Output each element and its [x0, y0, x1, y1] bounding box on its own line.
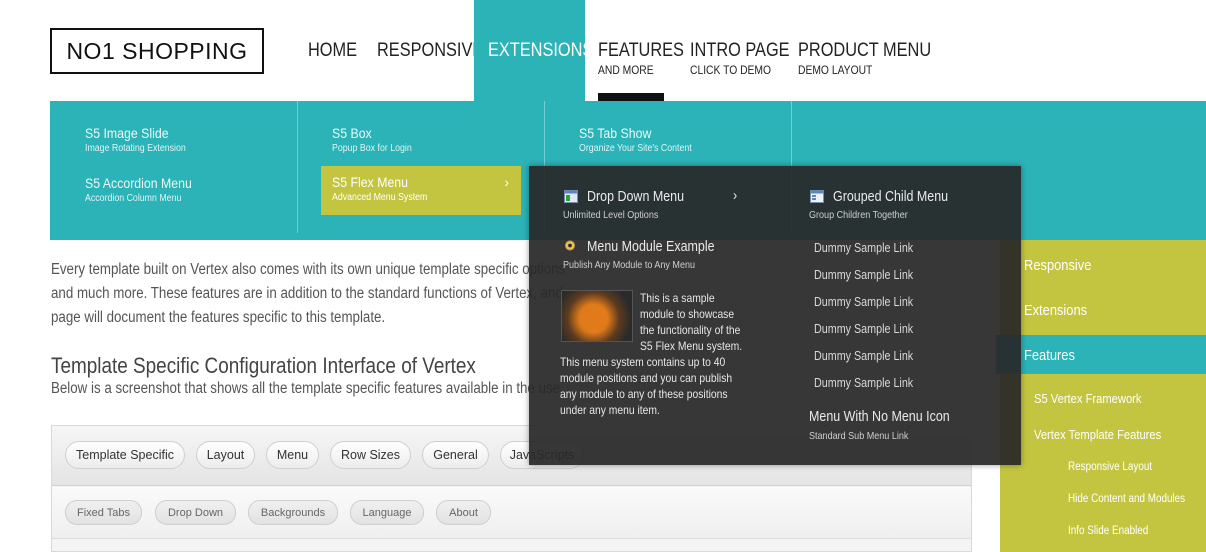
nav-features[interactable]: FEATURES AND MORE: [598, 0, 698, 101]
flyout-grouped-sub: Group Children Together: [809, 209, 908, 221]
flyout-module-text-full: This menu system contains up to 40 modul…: [560, 354, 732, 418]
menu-item-s5-box[interactable]: S5 Box Popup Box for Login: [332, 125, 423, 154]
sidebar-item-features[interactable]: Features: [1024, 347, 1075, 364]
nav-intro-page[interactable]: INTRO PAGE CLICK TO DEMO: [690, 0, 806, 101]
flyout-module-sub: Publish Any Module to Any Menu: [563, 259, 696, 271]
module-text-line: module positions and you can publish: [560, 371, 733, 385]
sidebar-subitem-info-slide[interactable]: Info Slide Enabled: [1068, 525, 1148, 537]
flyout-no-icon-title[interactable]: Menu With No Menu Icon: [809, 409, 950, 425]
module-text-line: under any menu item.: [560, 403, 660, 417]
menu-item-subtitle: Organize Your Site's Content: [579, 143, 692, 154]
nav-extensions[interactable]: EXTENSIONS: [474, 0, 594, 101]
dummy-sample-link[interactable]: Dummy Sample Link: [814, 241, 913, 255]
sub-tab-bar: Fixed Tabs Drop Down Backgrounds Languag…: [52, 487, 971, 539]
tab-menu[interactable]: Menu: [266, 441, 319, 469]
flyout-dropdown-title[interactable]: Drop Down Menu: [587, 189, 684, 205]
sidebar-subitem-template-features[interactable]: Vertex Template Features: [1034, 427, 1161, 442]
tab-general[interactable]: General: [422, 441, 489, 469]
module-text-line: module to showcase: [640, 307, 735, 321]
flyout-grouped-title[interactable]: Grouped Child Menu: [833, 189, 948, 205]
car-thumbnail-image: [561, 290, 633, 342]
tab-template-specific[interactable]: Template Specific: [65, 441, 185, 469]
subtab-backgrounds[interactable]: Backgrounds: [248, 500, 338, 525]
menu-item-flex-menu[interactable]: S5 Flex Menu Advanced Menu System ›: [321, 166, 521, 215]
nav-features-label: FEATURES: [598, 40, 684, 61]
dummy-sample-link[interactable]: Dummy Sample Link: [814, 268, 913, 282]
window-icon: [810, 190, 824, 203]
module-text-line: This is a sample: [640, 291, 715, 305]
dummy-sample-link[interactable]: Dummy Sample Link: [814, 376, 913, 390]
nav-active-indicator: [598, 93, 664, 101]
menu-item-title: S5 Flex Menu: [332, 174, 409, 190]
dummy-sample-link[interactable]: Dummy Sample Link: [814, 295, 913, 309]
menu-item-image-slide[interactable]: S5 Image Slide Image Rotating Extension: [85, 125, 200, 154]
nav-product-sub: DEMO LAYOUT: [798, 63, 873, 77]
gear-icon: [564, 240, 576, 251]
nav-intro-sub: CLICK TO DEMO: [690, 63, 772, 77]
window-icon: [564, 190, 578, 203]
nav-extensions-label: EXTENSIONS: [488, 40, 594, 61]
nav-product-menu[interactable]: PRODUCT MENU DEMO LAYOUT: [798, 0, 953, 101]
menu-item-subtitle: Advanced Menu System: [332, 192, 428, 203]
subtab-drop-down[interactable]: Drop Down: [155, 500, 236, 525]
subtab-fixed-tabs[interactable]: Fixed Tabs: [65, 500, 142, 525]
subtab-about[interactable]: About: [436, 500, 491, 525]
section-heading: Template Specific Configuration Interfac…: [51, 353, 476, 378]
nav-intro-label: INTRO PAGE: [690, 40, 790, 61]
flyout-dropdown-sub: Unlimited Level Options: [563, 209, 659, 221]
tab-row-sizes[interactable]: Row Sizes: [330, 441, 411, 469]
menu-item-title: S5 Image Slide: [85, 125, 169, 141]
flyout-module-text: This is a sample module to showcase the …: [640, 290, 742, 354]
sidebar-item-responsive[interactable]: Responsive: [1024, 257, 1091, 274]
menu-item-subtitle: Popup Box for Login: [332, 143, 412, 154]
sidebar-subitem-responsive-layout[interactable]: Responsive Layout: [1068, 461, 1152, 473]
module-text-line: S5 Flex Menu system.: [640, 339, 743, 353]
menu-item-tab-show[interactable]: S5 Tab Show Organize Your Site's Content: [579, 125, 707, 154]
sidebar-item-extensions[interactable]: Extensions: [1024, 302, 1087, 319]
subtab-language[interactable]: Language: [350, 500, 424, 525]
nav-responsive-label: RESPONSIVE: [377, 40, 484, 61]
tab-layout[interactable]: Layout: [196, 441, 255, 469]
menu-item-title: S5 Tab Show: [579, 125, 652, 141]
flex-menu-flyout: Drop Down Menu Unlimited Level Options ›…: [529, 166, 1021, 465]
menu-item-title: S5 Accordion Menu: [85, 175, 192, 191]
column-divider: [297, 101, 298, 233]
nav-home[interactable]: HOME: [308, 0, 365, 101]
flyout-no-icon-sub: Standard Sub Menu Link: [809, 430, 909, 442]
module-text-line: any module to any of these positions: [560, 387, 728, 401]
section-description: Below is a screenshot that shows all the…: [51, 380, 561, 397]
dummy-sample-link[interactable]: Dummy Sample Link: [814, 349, 913, 363]
site-logo[interactable]: NO1 SHOPPING: [50, 28, 264, 74]
chevron-right-icon: ›: [504, 174, 509, 190]
nav-features-sub: AND MORE: [598, 63, 654, 77]
nav-product-label: PRODUCT MENU: [798, 40, 932, 61]
menu-item-accordion[interactable]: S5 Accordion Menu Accordion Column Menu: [85, 175, 206, 204]
dummy-sample-link[interactable]: Dummy Sample Link: [814, 322, 913, 336]
sidebar-subitem-hide-content[interactable]: Hide Content and Modules: [1068, 493, 1185, 505]
menu-item-title: S5 Box: [332, 125, 372, 141]
menu-item-subtitle: Accordion Column Menu: [85, 193, 182, 204]
nav-home-label: HOME: [308, 40, 358, 61]
module-text-line: the functionality of the: [640, 323, 741, 337]
sidebar-subitem-vertex-framework[interactable]: S5 Vertex Framework: [1034, 391, 1142, 406]
chevron-right-icon: ›: [733, 188, 738, 204]
module-text-line: This menu system contains up to 40: [560, 355, 726, 369]
menu-item-subtitle: Image Rotating Extension: [85, 143, 186, 154]
flyout-module-title[interactable]: Menu Module Example: [587, 239, 715, 255]
